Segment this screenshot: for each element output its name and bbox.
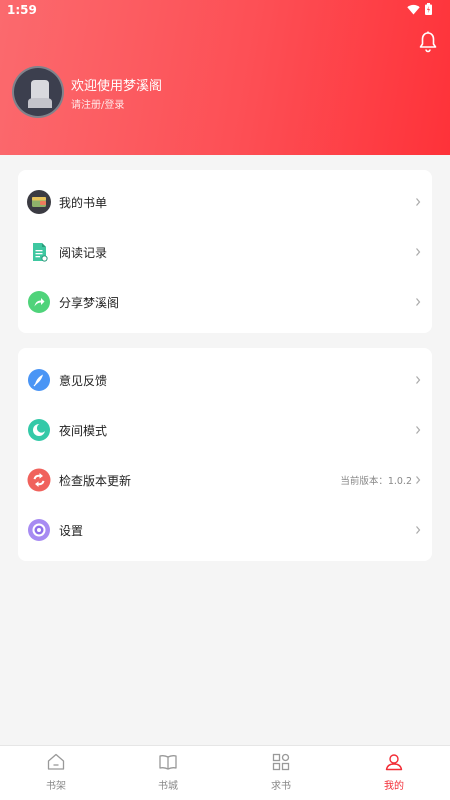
menu-item-label: 检查版本更新: [59, 474, 132, 488]
wifi-icon: [407, 4, 420, 14]
night-mode-icon: [28, 419, 50, 441]
chevron-right-icon: [416, 248, 421, 256]
menu-item-feedback[interactable]: 意见反馈: [18, 355, 432, 405]
grid-icon: [272, 753, 290, 771]
menu-card-secondary: 意见反馈 夜间模式 检查版本更新 当前版本：1.0.2 设置: [18, 348, 432, 561]
menu-item-night-mode[interactable]: 夜间模式: [18, 405, 432, 455]
menu-item-label: 阅读记录: [59, 246, 108, 260]
tab-label: 我的: [384, 781, 404, 792]
menu-item-label: 意见反馈: [59, 374, 108, 388]
chevron-right-icon: [416, 526, 421, 534]
feedback-icon: [28, 369, 50, 391]
menu-item-reading-record[interactable]: 阅读记录: [18, 227, 432, 277]
status-icons: [407, 3, 432, 15]
book-list-icon: [27, 190, 51, 214]
reading-record-icon: [33, 243, 48, 262]
bottom-tab-bar: 书架 书城 求书 我的: [0, 745, 450, 800]
home-icon: [47, 753, 65, 770]
avatar-placeholder-icon: [28, 80, 52, 108]
avatar[interactable]: [12, 66, 64, 118]
menu-item-share[interactable]: 分享梦溪阁: [18, 277, 432, 327]
tab-mine[interactable]: 我的: [338, 746, 450, 800]
share-icon: [28, 291, 50, 313]
chevron-right-icon: [416, 426, 421, 434]
menu-item-label: 夜间模式: [59, 424, 108, 438]
settings-icon: [28, 519, 50, 541]
tab-label: 书城: [158, 781, 178, 792]
tab-request-book[interactable]: 求书: [225, 746, 337, 800]
register-login-link[interactable]: 请注册/登录: [71, 96, 124, 111]
update-icon: [27, 468, 51, 492]
open-book-icon: [159, 755, 177, 770]
menu-item-book-list[interactable]: 我的书单: [18, 177, 432, 227]
chevron-right-icon: [416, 476, 421, 484]
bell-icon[interactable]: [416, 30, 440, 54]
menu-item-label: 我的书单: [59, 196, 108, 210]
tab-bookstore[interactable]: 书城: [112, 746, 224, 800]
menu-item-settings[interactable]: 设置: [18, 505, 432, 555]
menu-item-check-update[interactable]: 检查版本更新 当前版本：1.0.2: [18, 455, 432, 505]
person-icon: [385, 754, 403, 771]
welcome-text: 欢迎使用梦溪阁: [71, 79, 163, 94]
menu-card-primary: 我的书单 阅读记录 分享梦溪阁: [18, 170, 432, 333]
menu-item-label: 分享梦溪阁: [59, 296, 120, 310]
status-time: 1:59: [7, 3, 37, 17]
chevron-right-icon: [416, 376, 421, 384]
tab-label: 求书: [271, 781, 291, 792]
chevron-right-icon: [416, 198, 421, 206]
tab-label: 书架: [46, 781, 66, 792]
chevron-right-icon: [416, 298, 421, 306]
battery-icon: [425, 3, 432, 15]
status-bar: 1:59: [0, 0, 450, 22]
tab-bookshelf[interactable]: 书架: [0, 746, 112, 800]
menu-item-label: 设置: [59, 524, 84, 538]
profile-header: 1:59 欢迎使用梦溪阁 请注册/登录: [0, 0, 450, 155]
current-version-text: 当前版本：1.0.2: [340, 476, 412, 487]
